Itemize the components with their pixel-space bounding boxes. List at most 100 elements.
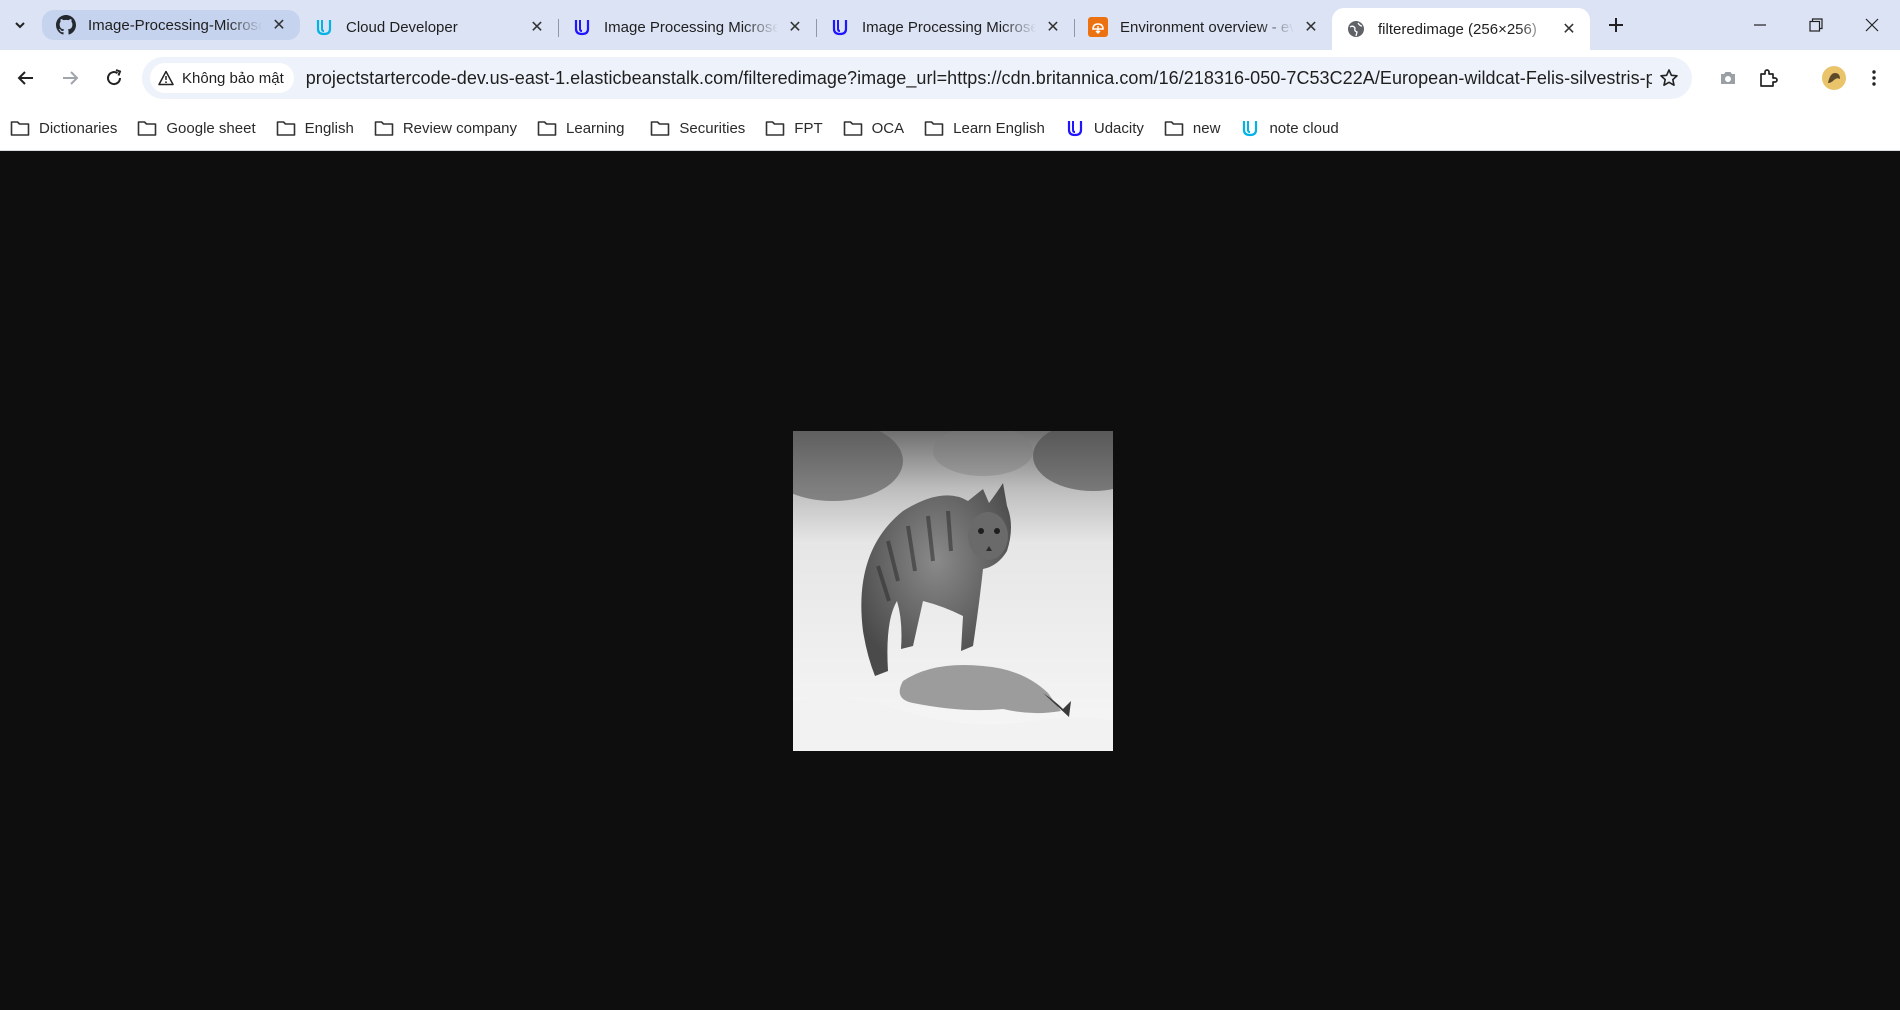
bookmark-label: Google sheet [166, 119, 256, 137]
folder-icon [843, 119, 863, 137]
avatar-icon [1822, 66, 1846, 90]
close-window-button[interactable] [1844, 0, 1900, 50]
tab[interactable]: Image Processing Microservice ✕ [558, 9, 817, 45]
restore-icon [1809, 18, 1823, 32]
tab-title: filteredimage (256×256) [1378, 20, 1537, 38]
tab[interactable]: Environment overview - eve ✕ [1074, 9, 1332, 45]
bookmark-label: OCA [871, 119, 905, 137]
bookmark-link[interactable]: Udacity [1065, 118, 1144, 138]
restore-button[interactable] [1788, 0, 1844, 50]
plus-icon [1609, 18, 1623, 32]
image-viewer-area [0, 151, 1900, 1010]
folder-icon [374, 119, 394, 137]
warning-icon [158, 70, 174, 86]
bookmark-label: Udacity [1093, 119, 1144, 137]
reload-icon [107, 69, 122, 86]
bookmark-folder[interactable]: Google sheet [137, 119, 256, 137]
security-indicator[interactable]: Không bảo mật [150, 63, 294, 93]
bookmark-label: Learning [566, 119, 625, 137]
globe-icon [1346, 19, 1366, 39]
folder-icon [276, 119, 296, 137]
minimize-button[interactable] [1732, 0, 1788, 50]
tab[interactable]: Image-Processing-Microservice ✕ [42, 10, 300, 40]
udacity-icon [1065, 118, 1085, 138]
extensions-button[interactable] [1748, 58, 1788, 98]
udacity-icon [572, 17, 592, 37]
chevron-down-icon [15, 22, 25, 29]
bookmark-folder[interactable]: Securities [650, 119, 745, 137]
forward-button[interactable] [52, 60, 88, 96]
bookmark-label: FPT [794, 119, 823, 137]
bookmark-star-button[interactable] [1652, 61, 1686, 95]
minimize-icon [1754, 24, 1766, 26]
close-icon[interactable]: ✕ [1042, 16, 1064, 38]
url-text[interactable]: projectstartercode-dev.us-east-1.elastic… [306, 68, 1652, 89]
chrome-menu-button[interactable] [1854, 58, 1894, 98]
folder-icon [137, 119, 157, 137]
folder-icon [537, 119, 557, 137]
close-icon [1865, 18, 1879, 32]
folder-icon [1164, 119, 1184, 137]
bookmark-label: note cloud [1269, 119, 1339, 137]
filtered-image[interactable] [793, 431, 1113, 751]
bookmark-folder[interactable]: new [1164, 119, 1221, 137]
folder-icon [765, 119, 785, 137]
back-button[interactable] [8, 60, 44, 96]
reload-button[interactable] [96, 60, 132, 96]
tab-title: Image Processing Microservice [604, 18, 778, 36]
bookmark-folder[interactable]: FPT [765, 119, 823, 137]
udacity-icon [830, 17, 850, 37]
bookmark-folder[interactable]: OCA [843, 119, 905, 137]
tab-search-button[interactable] [6, 11, 34, 39]
udacity-icon [1240, 118, 1260, 138]
window-controls [1732, 0, 1900, 50]
bookmark-label: Dictionaries [39, 119, 118, 137]
star-icon [1660, 69, 1678, 86]
tab-title: Cloud Developer [346, 18, 458, 36]
close-icon[interactable]: ✕ [784, 16, 806, 38]
screenshot-button[interactable] [1708, 58, 1748, 98]
bookmark-folder[interactable]: Dictionaries [10, 119, 117, 137]
close-icon[interactable]: ✕ [526, 16, 548, 38]
bookmarks-bar: Dictionaries Google sheet English Review… [0, 106, 1900, 151]
close-icon[interactable]: ✕ [1558, 18, 1580, 40]
bookmark-label: Learn English [953, 119, 1045, 137]
tab[interactable]: Cloud Developer ✕ [300, 9, 559, 45]
address-bar[interactable]: Không bảo mật projectstartercode-dev.us-… [142, 57, 1692, 99]
tab-title: Image Processing Microservice [862, 18, 1036, 36]
bookmark-folder[interactable]: Learning [537, 119, 624, 137]
tab-title: Environment overview - eve [1120, 18, 1294, 36]
folder-icon [650, 119, 670, 137]
udacity-icon [314, 17, 334, 37]
close-icon[interactable]: ✕ [1300, 16, 1322, 38]
bookmark-folder[interactable]: Learn English [924, 119, 1045, 137]
bookmark-link[interactable]: note cloud [1240, 118, 1339, 138]
close-icon[interactable]: ✕ [268, 14, 290, 36]
bookmark-folder[interactable]: Review company [374, 119, 517, 137]
wildcat-photo [793, 431, 1113, 751]
kebab-menu-icon [1872, 70, 1876, 86]
toolbar-actions [1708, 58, 1894, 98]
folder-icon [924, 119, 944, 137]
bookmark-label: Review company [402, 119, 518, 137]
tab[interactable]: Image Processing Microservice ✕ [816, 9, 1075, 45]
arrow-left-icon [17, 71, 33, 85]
folder-icon [10, 119, 30, 137]
tab-strip: Image-Processing-Microservice ✕ Cloud De… [0, 0, 1900, 50]
profile-avatar[interactable] [1814, 58, 1854, 98]
aws-elastic-beanstalk-icon [1088, 17, 1108, 37]
bookmark-label: new [1192, 119, 1221, 137]
new-tab-button[interactable] [1598, 7, 1634, 43]
toolbar: Không bảo mật projectstartercode-dev.us-… [0, 50, 1900, 106]
github-icon [56, 15, 76, 35]
arrow-right-icon [63, 71, 79, 85]
puzzle-icon [1760, 69, 1778, 87]
bookmark-label: Securities [679, 119, 746, 137]
camera-icon [1721, 72, 1735, 84]
security-label: Không bảo mật [182, 69, 284, 87]
browser-chrome: Image-Processing-Microservice ✕ Cloud De… [0, 0, 1900, 151]
bookmark-label: English [304, 119, 354, 137]
tab-active[interactable]: filteredimage (256×256) ✕ [1332, 8, 1590, 50]
tab-title: Image-Processing-Microservice [88, 16, 262, 34]
bookmark-folder[interactable]: English [276, 119, 354, 137]
